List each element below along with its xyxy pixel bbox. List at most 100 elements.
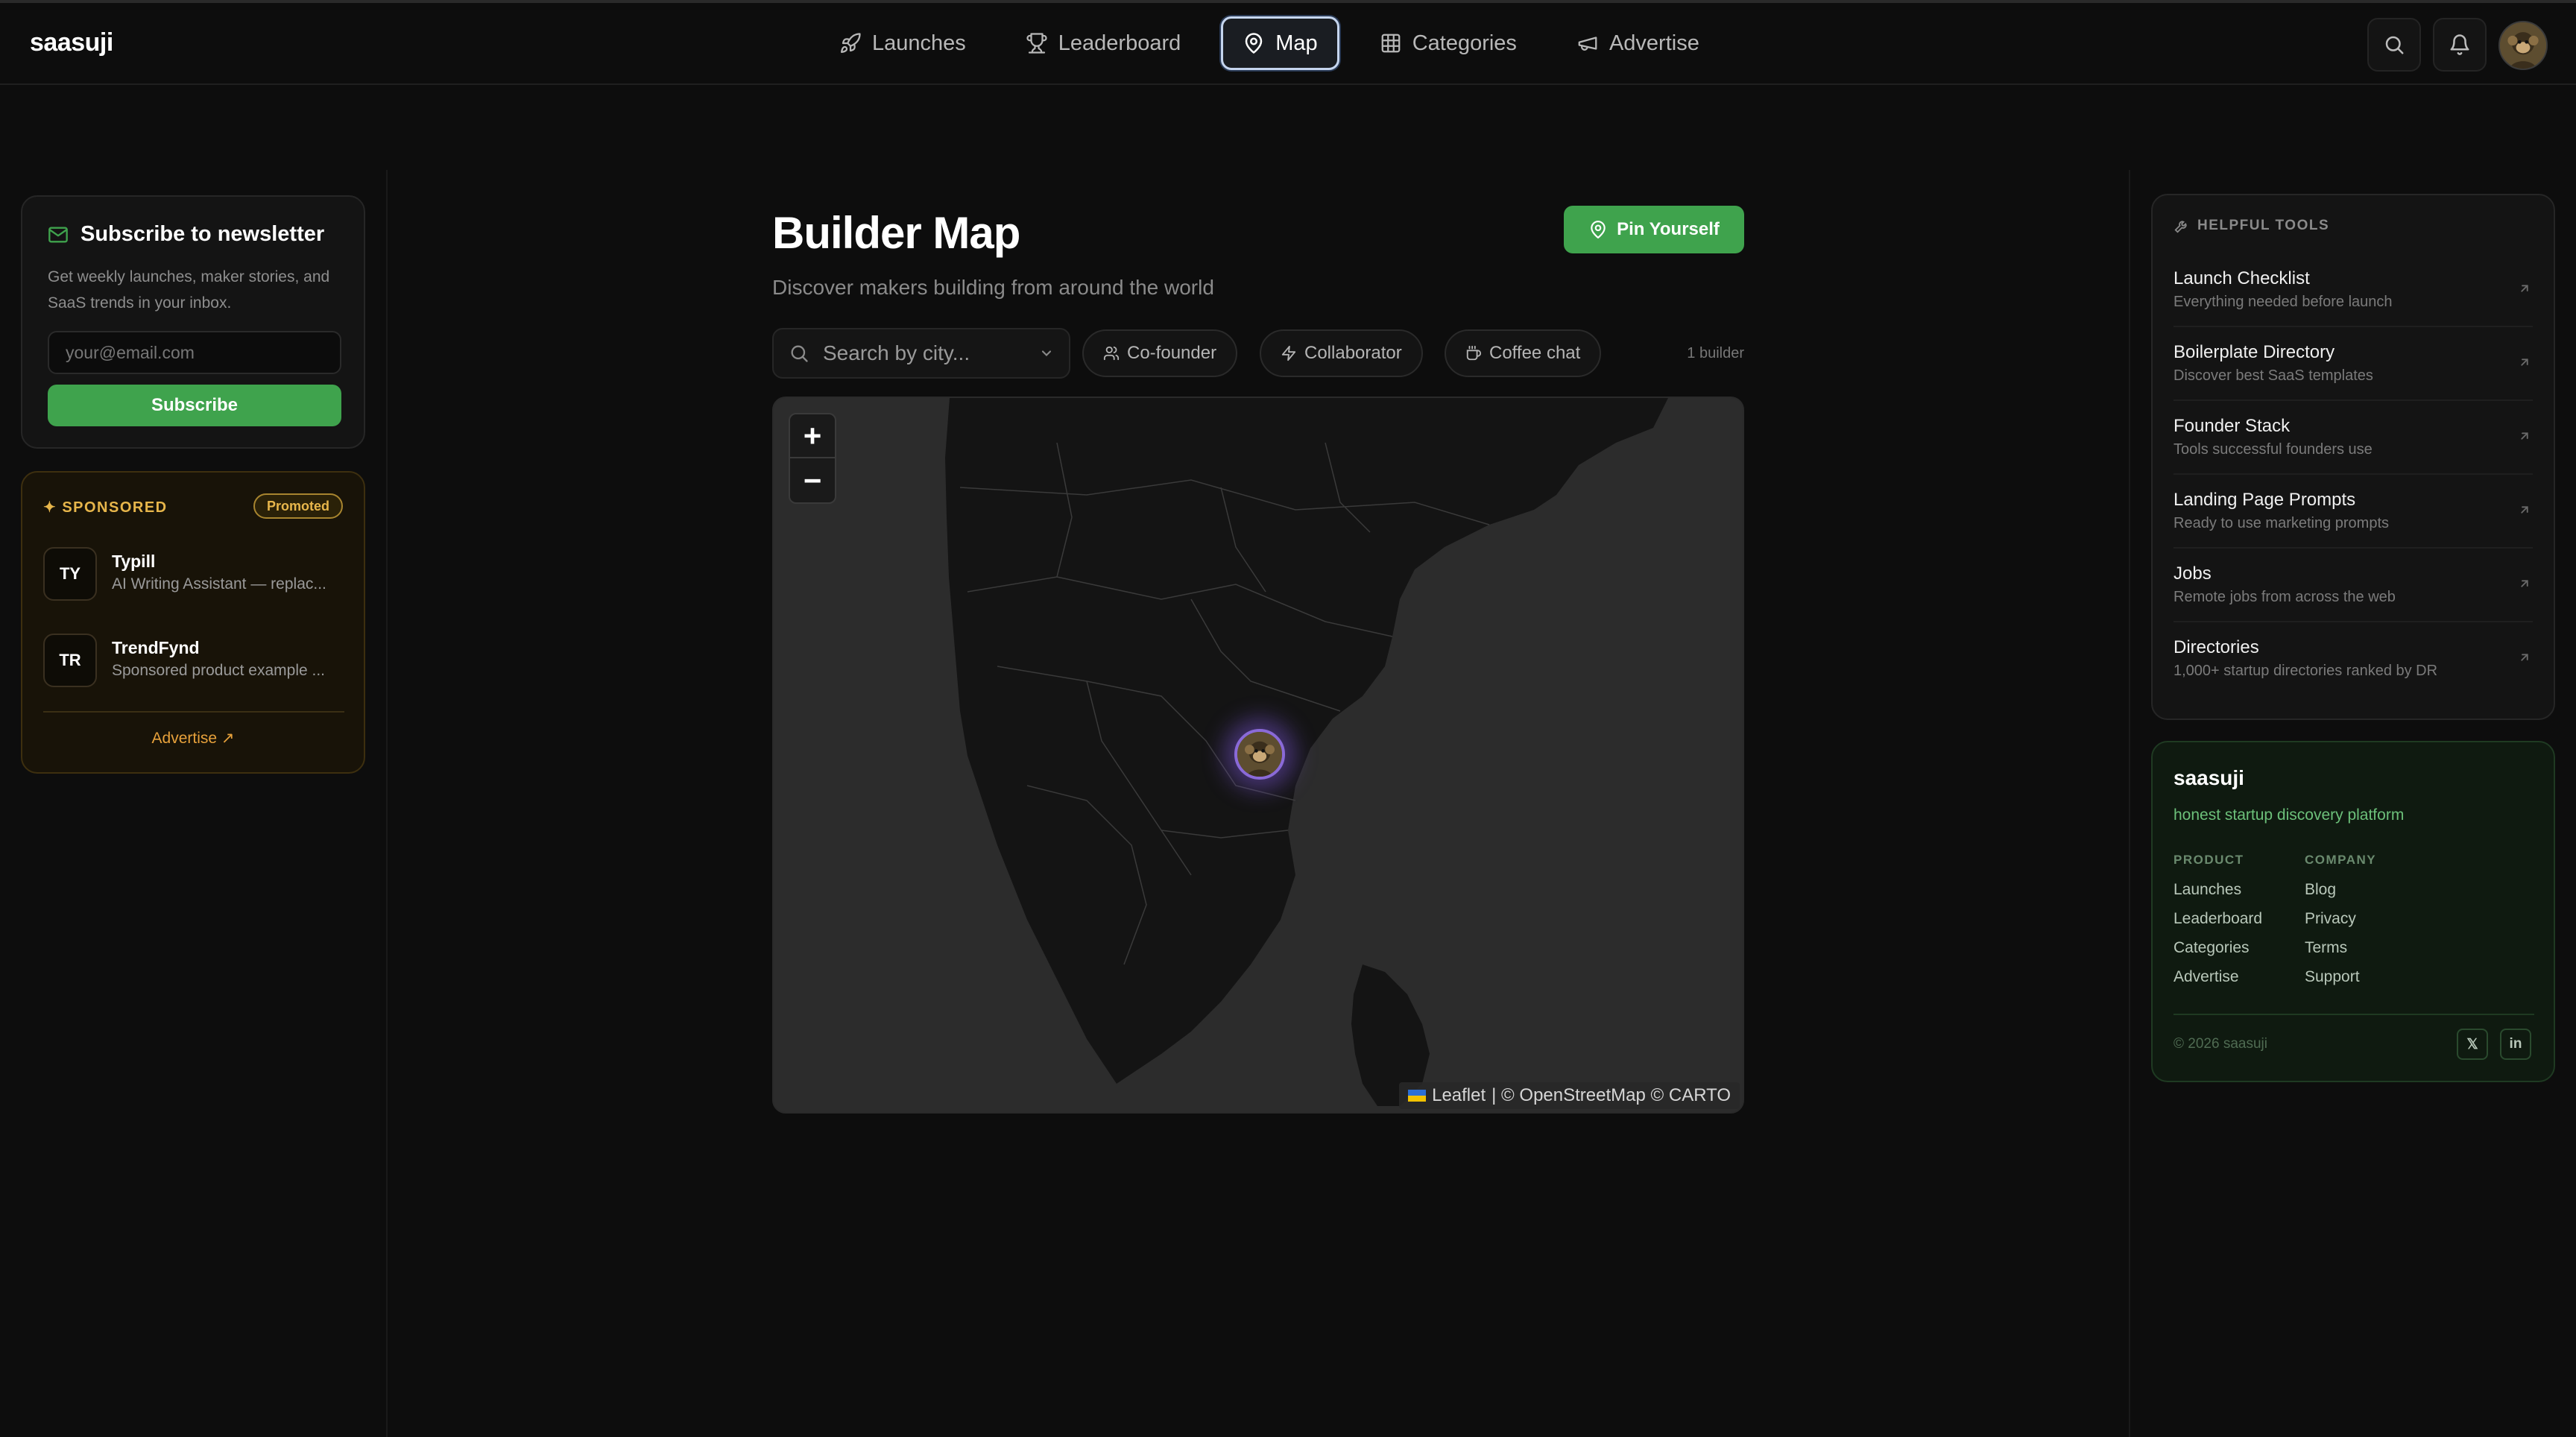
footer-brand[interactable]: saasuji (2174, 766, 2244, 790)
zap-icon (1281, 345, 1296, 361)
nav-categories-label: Categories (1412, 31, 1517, 55)
sponsored-divider (43, 711, 344, 713)
footer-link-categories[interactable]: Categories (2174, 939, 2262, 968)
external-arrow-icon (2521, 285, 2528, 292)
main-nav: Launches Leaderboard Map Categories Adve… (820, 16, 1719, 70)
promoted-badge: Promoted (253, 493, 344, 519)
newsletter-title: Subscribe to newsletter (48, 222, 324, 247)
tool-name: Landing Page Prompts (2174, 490, 2356, 510)
tool-directories[interactable]: Directories 1,000+ startup directories r… (2153, 622, 2554, 696)
tools-heading: HELPFUL TOOLS (2174, 218, 2329, 234)
footer-card: saasuji honest startup discovery platfor… (2151, 741, 2555, 1082)
tool-description: Everything needed before launch (2174, 294, 2393, 310)
nav-leaderboard[interactable]: Leaderboard (1006, 16, 1200, 70)
users-icon (1103, 346, 1120, 361)
external-arrow-icon (2521, 506, 2528, 514)
tool-landing-page-prompts[interactable]: Landing Page Prompts Ready to use market… (2153, 475, 2554, 549)
megaphone-icon (1578, 37, 1597, 51)
newsletter-description: Get weekly launches, maker stories, and … (48, 268, 330, 312)
footer-link-privacy[interactable]: Privacy (2305, 910, 2376, 939)
nav-categories[interactable]: Categories (1360, 16, 1536, 70)
footer-company-heading: COMPANY (2305, 853, 2377, 867)
sponsored-name: Typill (112, 552, 156, 571)
builder-avatar-marker[interactable] (1234, 729, 1285, 780)
tool-name: Directories (2174, 637, 2259, 657)
nav-leaderboard-label: Leaderboard (1058, 31, 1181, 55)
external-arrow-icon (2521, 432, 2528, 440)
ukraine-flag-icon (1408, 1090, 1427, 1102)
pin-yourself-button[interactable]: Pin Yourself (1564, 206, 1744, 253)
footer-link-launches[interactable]: Launches (2174, 881, 2262, 910)
attribution-text: | © OpenStreetMap © CARTO (1491, 1085, 1731, 1105)
notifications-button[interactable] (2433, 18, 2487, 72)
leaflet-link[interactable]: Leaflet (1432, 1085, 1486, 1106)
newsletter-title-text: Subscribe to newsletter (80, 222, 325, 246)
tool-launch-checklist[interactable]: Launch Checklist Everything needed befor… (2153, 253, 2554, 327)
tool-name: Boilerplate Directory (2174, 342, 2335, 362)
newsletter-email-input[interactable] (48, 331, 341, 374)
tool-name: Founder Stack (2174, 416, 2291, 436)
nav-map-label: Map (1275, 31, 1318, 55)
footer-link-advertise[interactable]: Advertise (2174, 968, 2262, 997)
footer-link-leaderboard[interactable]: Leaderboard (2174, 910, 2262, 939)
footer-product-column: PRODUCT Launches Leaderboard Categories … (2174, 853, 2262, 997)
tool-name: Launch Checklist (2174, 268, 2310, 288)
nav-launches[interactable]: Launches (820, 16, 985, 70)
pin-yourself-label: Pin Yourself (1617, 219, 1720, 239)
brand-logo[interactable]: saasuji (30, 28, 113, 57)
footer-product-heading: PRODUCT (2174, 853, 2244, 867)
nav-map[interactable]: Map (1221, 16, 1339, 70)
chevron-down-icon (1041, 350, 1052, 356)
sponsored-logo: TY (43, 547, 97, 601)
city-search-placeholder: Search by city... (823, 341, 970, 364)
rocket-icon (841, 33, 861, 53)
top-header: saasuji Launches Leaderboard Map Categor… (0, 3, 2576, 85)
tool-description: Tools successful founders use (2174, 441, 2373, 458)
map-pin-icon (1591, 221, 1606, 239)
newsletter-card: Subscribe to newsletter Get weekly launc… (21, 195, 365, 449)
tool-jobs[interactable]: Jobs Remote jobs from across the web (2153, 549, 2554, 622)
sponsored-logo: TR (43, 634, 97, 687)
left-column-divider (386, 170, 388, 1437)
filter-cofounder-label: Co-founder (1127, 343, 1217, 363)
filter-collaborator[interactable]: Collaborator (1260, 329, 1423, 377)
search-icon (2385, 36, 2404, 54)
tools-icon (2174, 221, 2187, 233)
page-title: Builder Map (772, 208, 1020, 258)
linkedin-social-icon[interactable]: in (2500, 1029, 2531, 1060)
footer-link-terms[interactable]: Terms (2305, 939, 2376, 968)
search-icon (791, 345, 808, 362)
tool-boilerplate-directory[interactable]: Boilerplate Directory Discover best SaaS… (2153, 327, 2554, 401)
sponsored-label: ✦ SPONSORED (43, 499, 168, 516)
right-column-divider (2129, 170, 2130, 1437)
header-search-button[interactable] (2367, 18, 2421, 72)
user-avatar[interactable] (2498, 21, 2548, 70)
tool-founder-stack[interactable]: Founder Stack Tools successful founders … (2153, 401, 2554, 475)
footer-link-support[interactable]: Support (2305, 968, 2376, 997)
advertise-link[interactable]: Advertise ↗ (22, 729, 364, 748)
sponsored-item-typill[interactable]: TY Typill AI Writing Assistant — replac.… (43, 547, 349, 601)
sponsored-item-trendfynd[interactable]: TR TrendFynd Sponsored product example .… (43, 634, 349, 687)
footer-link-blog[interactable]: Blog (2305, 881, 2376, 910)
zoom-in-button[interactable]: + (790, 414, 835, 458)
zoom-controls: + − (789, 413, 836, 504)
footer-company-column: COMPANY Blog Privacy Terms Support (2305, 853, 2376, 997)
coffee-icon (1466, 345, 1482, 361)
mail-icon (48, 227, 68, 242)
nav-advertise[interactable]: Advertise (1557, 16, 1719, 70)
external-arrow-icon (2521, 359, 2528, 366)
bell-icon (2450, 34, 2469, 55)
builder-map[interactable]: + − Leaflet | © OpenStreetMap © CARTO (772, 397, 1744, 1114)
filter-cofounder[interactable]: Co-founder (1082, 329, 1238, 377)
tool-description: 1,000+ startup directories ranked by DR (2174, 663, 2438, 679)
sponsored-name: TrendFynd (112, 638, 200, 657)
monkey-avatar-icon (1237, 732, 1282, 777)
subscribe-button[interactable]: Subscribe (48, 385, 341, 426)
tool-description: Remote jobs from across the web (2174, 589, 2396, 605)
builder-count: 1 builder (1687, 345, 1744, 361)
zoom-out-button[interactable]: − (790, 458, 835, 502)
x-social-icon[interactable]: 𝕏 (2457, 1029, 2488, 1060)
filter-coffee-chat[interactable]: Coffee chat (1445, 329, 1602, 377)
city-search-select[interactable]: Search by city... (772, 328, 1070, 379)
filter-collaborator-label: Collaborator (1304, 343, 1402, 363)
